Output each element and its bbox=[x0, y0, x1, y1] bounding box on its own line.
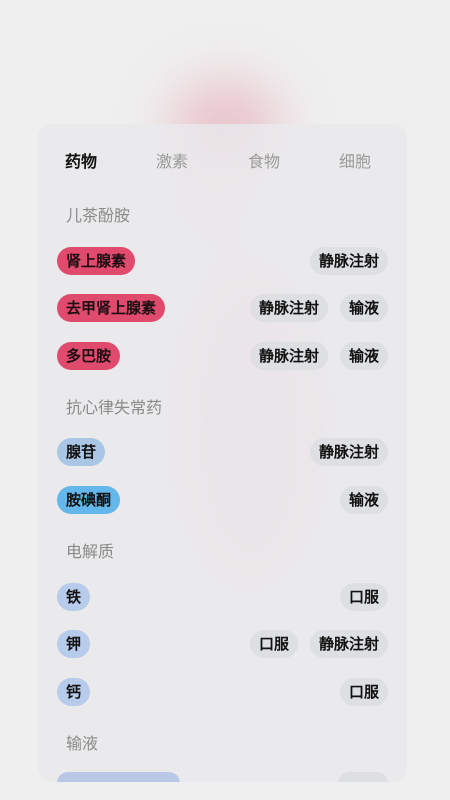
section-title-antiarrhythmics: 抗心律失常药 bbox=[66, 398, 163, 417]
tab-drugs[interactable]: 药物 bbox=[65, 148, 97, 172]
section-title-catecholamines: 儿茶酚胺 bbox=[66, 206, 131, 225]
tab-food[interactable]: 食物 bbox=[248, 148, 280, 172]
route-tags: 静脉注射 bbox=[309, 247, 388, 275]
route-tags: 静脉注射 bbox=[309, 438, 388, 466]
list-item[interactable]: 钙 口服 bbox=[38, 678, 407, 708]
route-tag-cut-off bbox=[338, 772, 388, 782]
route-tag[interactable]: 输液 bbox=[339, 294, 388, 322]
list-item[interactable]: 多巴胺 静脉注射 输液 bbox=[38, 342, 407, 372]
drug-chip[interactable]: 钙 bbox=[57, 678, 91, 706]
route-tag[interactable]: 静脉注射 bbox=[309, 630, 388, 658]
list-item[interactable]: 钾 口服 静脉注射 bbox=[38, 630, 407, 660]
route-tags: 口服 bbox=[339, 583, 388, 611]
route-tags: 静脉注射 输液 bbox=[249, 294, 388, 322]
list-item[interactable]: 胺碘酮 输液 bbox=[38, 486, 407, 516]
route-tags: 输液 bbox=[339, 486, 388, 514]
route-tag[interactable]: 口服 bbox=[339, 583, 388, 611]
drug-chip[interactable]: 铁 bbox=[57, 583, 91, 611]
list-item-partially-visible bbox=[38, 772, 407, 782]
route-tag[interactable]: 输液 bbox=[339, 486, 388, 514]
route-tag[interactable]: 静脉注射 bbox=[309, 438, 388, 466]
route-tags: 静脉注射 输液 bbox=[249, 342, 388, 370]
section-title-electrolytes: 电解质 bbox=[66, 542, 115, 561]
tab-hormones[interactable]: 激素 bbox=[156, 148, 188, 172]
route-tag[interactable]: 输液 bbox=[339, 342, 388, 370]
list-item[interactable]: 腺苷 静脉注射 bbox=[38, 438, 407, 468]
route-tag[interactable]: 静脉注射 bbox=[309, 247, 388, 275]
route-tags: 口服 bbox=[339, 678, 388, 706]
list-item[interactable]: 去甲肾上腺素 静脉注射 输液 bbox=[38, 294, 407, 324]
drug-chip[interactable]: 钾 bbox=[57, 630, 91, 658]
section-title-infusion: 输液 bbox=[66, 734, 99, 753]
drug-chip[interactable]: 肾上腺素 bbox=[57, 247, 136, 275]
drug-list-panel: 药物 激素 食物 细胞 儿茶酚胺 肾上腺素 静脉注射 去甲肾上腺素 静脉注射 输… bbox=[38, 124, 407, 782]
route-tags: 口服 静脉注射 bbox=[249, 630, 388, 658]
tab-cells[interactable]: 细胞 bbox=[339, 148, 371, 172]
category-tabs: 药物 激素 食物 细胞 bbox=[38, 124, 407, 194]
route-tag[interactable]: 口服 bbox=[249, 630, 298, 658]
drug-chip-cut-off bbox=[57, 772, 180, 782]
route-tag[interactable]: 静脉注射 bbox=[249, 342, 328, 370]
route-tag[interactable]: 口服 bbox=[339, 678, 388, 706]
list-item[interactable]: 铁 口服 bbox=[38, 583, 407, 613]
list-item[interactable]: 肾上腺素 静脉注射 bbox=[38, 247, 407, 277]
drug-chip[interactable]: 多巴胺 bbox=[57, 342, 121, 370]
drug-chip[interactable]: 胺碘酮 bbox=[57, 486, 121, 514]
drug-chip[interactable]: 腺苷 bbox=[57, 438, 106, 466]
route-tag[interactable]: 静脉注射 bbox=[249, 294, 328, 322]
drug-chip[interactable]: 去甲肾上腺素 bbox=[57, 294, 166, 322]
